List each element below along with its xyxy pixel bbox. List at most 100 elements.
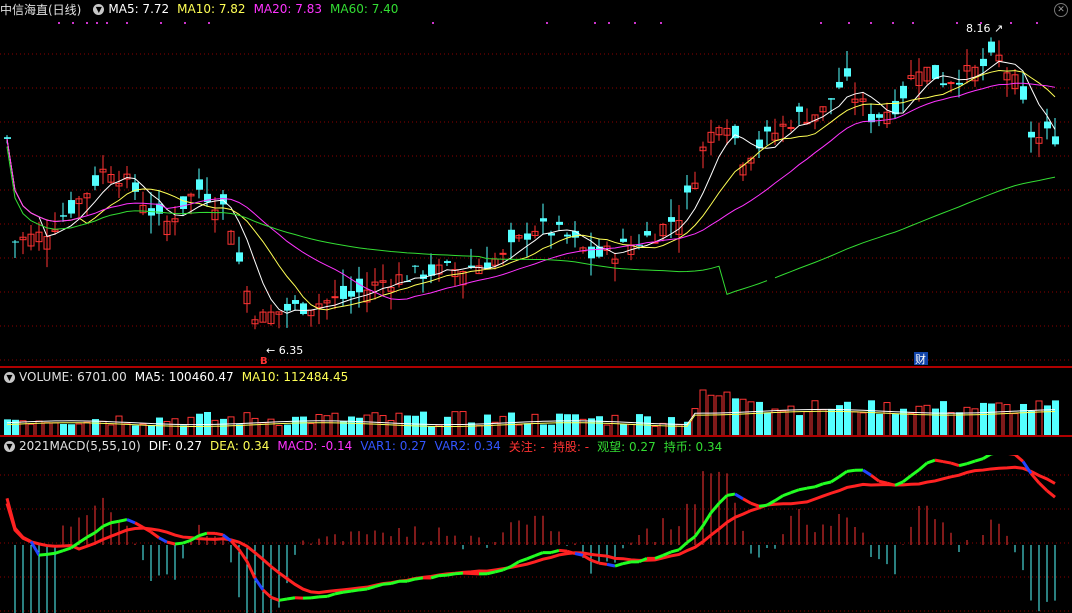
volume-bar-up xyxy=(779,410,787,436)
volume-bar-up xyxy=(171,418,179,436)
volume-bar-up xyxy=(739,398,747,436)
ma60-value: MA60: 7.40 xyxy=(330,2,399,16)
dif-line-segment xyxy=(126,518,136,525)
dif-line-segment xyxy=(54,549,64,555)
macd-chart[interactable] xyxy=(0,455,1072,613)
candle-down xyxy=(12,241,19,243)
volume-bar-down xyxy=(900,408,907,436)
guanwang-value: 观望: 0.27 xyxy=(597,439,656,454)
volume-ma5: MA5: 100460.47 xyxy=(134,370,234,384)
signal-dot xyxy=(1036,22,1038,24)
candle-down xyxy=(932,65,939,79)
candle-down xyxy=(940,83,947,86)
dif-line-segment xyxy=(182,538,192,545)
dif-line-segment xyxy=(590,558,600,565)
volume-bar-up xyxy=(531,413,539,436)
candle-down xyxy=(444,261,451,263)
volume-bar-down xyxy=(828,408,835,436)
dif-line-segment xyxy=(614,562,624,568)
candle-down xyxy=(588,246,595,259)
dif-line-segment xyxy=(910,468,920,477)
dif-line-segment xyxy=(446,572,456,577)
candle-down xyxy=(1052,136,1059,145)
dif-line-segment xyxy=(958,462,968,468)
candle-down xyxy=(524,233,531,240)
dif-line-segment xyxy=(214,531,224,537)
volume-bar-up xyxy=(915,405,923,436)
dif-line-segment xyxy=(310,595,320,600)
dif-line-segment xyxy=(102,521,112,528)
volume-settings-icon[interactable]: ▼ xyxy=(4,371,15,383)
dif-line-segment xyxy=(22,536,32,543)
signal-dot xyxy=(184,22,186,24)
signal-dot xyxy=(660,22,662,24)
dif-line-segment xyxy=(198,531,208,538)
dif-line-segment xyxy=(502,565,512,572)
volume-bar-up xyxy=(459,411,467,436)
signal-dot xyxy=(848,22,850,24)
signal-dot xyxy=(72,22,74,24)
dif-line-segment xyxy=(110,519,120,525)
volume-bar-up xyxy=(43,422,51,436)
signal-dot xyxy=(634,22,636,24)
volume-bar-up xyxy=(907,412,915,436)
volume-bar-down xyxy=(868,400,875,436)
dif-line-segment xyxy=(278,597,288,602)
dif-line-segment xyxy=(237,548,249,563)
dif-line-segment xyxy=(358,587,368,592)
dif-line-segment xyxy=(1037,481,1049,492)
candle-down xyxy=(292,300,299,304)
dif-line-segment xyxy=(790,488,800,495)
candle-down xyxy=(956,82,963,85)
volume-bar-up xyxy=(499,415,507,436)
volume-bar-down xyxy=(1052,400,1059,436)
dif-line-segment xyxy=(742,497,752,505)
candle-down xyxy=(412,265,419,267)
close-icon[interactable]: ✕ xyxy=(1054,3,1068,17)
volume-bar-up xyxy=(947,412,955,436)
volume-bar-up xyxy=(923,404,931,436)
volume-bar-down xyxy=(1028,410,1035,436)
settings-toggle-icon[interactable]: ▼ xyxy=(93,3,105,15)
high-price-label: 8.16 ↗ xyxy=(966,22,1003,35)
dif-line-segment xyxy=(150,530,160,539)
dif-line-segment xyxy=(94,525,104,534)
volume-bar-up xyxy=(363,414,371,436)
volume-bar-up xyxy=(243,412,251,436)
stock-title: 中信海直(日线) xyxy=(0,2,82,17)
ma20-line xyxy=(6,82,1056,301)
dif-line-segment xyxy=(918,461,928,471)
candle-up xyxy=(499,252,507,255)
chigu-value: 持股: - xyxy=(552,439,590,454)
volume-chart[interactable] xyxy=(0,384,1072,436)
dea-value: DEA: 0.34 xyxy=(210,439,270,453)
dif-line-segment xyxy=(558,548,568,553)
ma5-value: MA5: 7.72 xyxy=(108,2,170,16)
volume-bar-down xyxy=(940,401,947,436)
volume-bar-up xyxy=(803,411,811,436)
dif-line-segment xyxy=(166,540,176,546)
dif-line-segment xyxy=(774,494,784,502)
volume-bar-down xyxy=(156,417,163,436)
dif-line-segment xyxy=(134,521,144,529)
dif-line-segment xyxy=(902,474,912,484)
dif-line-segment xyxy=(534,551,544,558)
candle-down xyxy=(796,106,803,112)
volume-bar-up xyxy=(491,421,499,436)
volume-bar-down xyxy=(956,412,963,436)
buy-signal-marker: B xyxy=(260,356,268,366)
candlestick-chart[interactable]: 8.16 ↗ ← 6.35B 财 xyxy=(0,18,1072,366)
candle-down xyxy=(668,217,675,222)
candle-down xyxy=(60,215,67,217)
dif-line-segment xyxy=(526,554,536,561)
volume-bar-down xyxy=(644,416,651,436)
macd-settings-icon[interactable]: ▼ xyxy=(4,440,15,452)
signal-dot xyxy=(956,22,958,24)
dif-line-segment xyxy=(253,577,265,591)
candle-down xyxy=(828,98,835,100)
volume-bar-down xyxy=(300,416,307,436)
candle-up xyxy=(787,126,795,129)
dif-line-segment xyxy=(245,560,257,579)
candle-down xyxy=(196,179,203,190)
fin-marker-label: 财 xyxy=(915,352,926,366)
